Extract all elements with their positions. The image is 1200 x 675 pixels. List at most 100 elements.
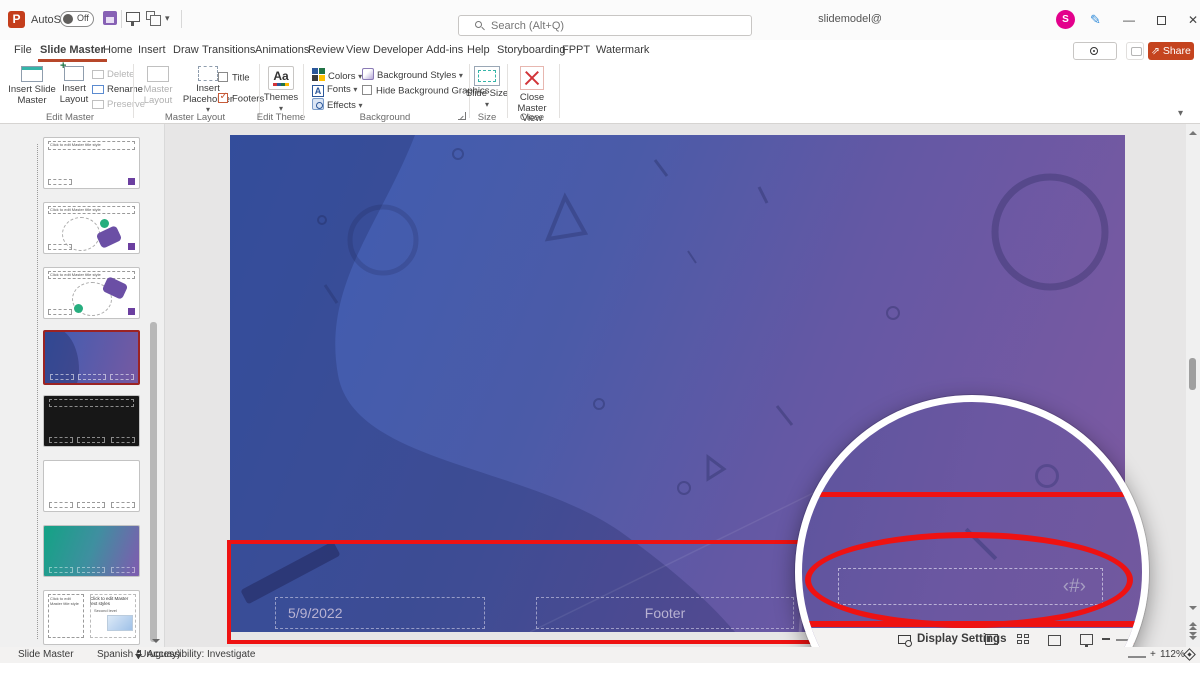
master-layout-icon: [147, 66, 169, 82]
sidebar-scrollbar-thumb[interactable]: [150, 322, 157, 642]
slide-sorter-view-icon[interactable]: [1017, 634, 1030, 645]
rename-icon: [92, 85, 104, 94]
effects-button[interactable]: Effects ▾: [312, 98, 363, 112]
zoom-slider[interactable]: [1116, 639, 1140, 641]
powerpoint-window: P AutoSave Off ▾ Search (Alt+Q) slidemod…: [0, 0, 1200, 675]
accessibility-icon: [134, 650, 143, 659]
share-button[interactable]: ⇗ Share: [1148, 42, 1194, 60]
zoom-out-icon[interactable]: [1102, 638, 1110, 640]
checkbox-checked-icon: [218, 93, 228, 103]
tab-slide-master[interactable]: Slide Master: [38, 40, 107, 62]
status-accessibility[interactable]: Accessibility: Investigate: [147, 649, 255, 660]
close-master-view-button[interactable]: Close Master View: [506, 65, 558, 111]
next-slide-button[interactable]: [1188, 632, 1198, 642]
tab-developer[interactable]: Developer: [371, 40, 425, 62]
title-checkbox[interactable]: Title: [218, 72, 250, 84]
insert-placeholder-icon: [198, 66, 218, 81]
close-button[interactable]: ✕: [1176, 0, 1200, 40]
tab-help[interactable]: Help: [465, 40, 492, 62]
master-layout-button: Master Layout: [136, 65, 180, 111]
slide-thumbnail-layout-1[interactable]: Click to edit Master title style: [43, 202, 140, 254]
normal-view-icon[interactable]: [985, 634, 998, 645]
document-title: slidemodel@: [0, 13, 1200, 25]
divider: [303, 64, 304, 118]
tab-home[interactable]: Home: [101, 40, 134, 62]
close-master-view-icon: [520, 66, 544, 90]
previous-slide-button[interactable]: [1188, 618, 1198, 628]
fonts-icon: A: [312, 85, 324, 97]
magnified-status-bar: Display Settings: [802, 628, 1142, 647]
status-bar: Slide Master Spanish (Uruguay) Accessibi…: [0, 647, 1200, 663]
slide-thumbnail-layout-3-selected[interactable]: [43, 330, 140, 385]
title-bar: P AutoSave Off ▾ Search (Alt+Q) slidemod…: [0, 0, 1200, 40]
delete-button: Delete: [92, 68, 134, 82]
tab-insert[interactable]: Insert: [136, 40, 168, 62]
thumbnail-pane: Click to edit Master title style Click t…: [0, 124, 165, 647]
collapse-ribbon-icon[interactable]: ▾: [1178, 108, 1183, 119]
divider: [259, 64, 260, 118]
annotation-red-line: [795, 492, 1149, 497]
status-view-name[interactable]: Slide Master: [18, 649, 74, 660]
divider: [559, 64, 560, 118]
slideshow-view-icon[interactable]: [1080, 634, 1093, 645]
themes-button[interactable]: Aa Themes ▾: [261, 65, 301, 111]
minimize-button[interactable]: —: [1112, 0, 1146, 40]
insert-layout-button[interactable]: + Insert Layout: [54, 65, 94, 111]
checkbox-icon: [218, 72, 228, 82]
zoom-in-button[interactable]: +: [1150, 649, 1156, 660]
canvas-scrollbar-thumb[interactable]: [1189, 358, 1196, 390]
annotation-red-line: [795, 621, 1149, 627]
ink-pen-icon[interactable]: ✎: [1090, 12, 1101, 28]
tab-view[interactable]: View: [344, 40, 372, 62]
tab-add-ins[interactable]: Add-ins: [424, 40, 465, 62]
group-label-close: Close: [505, 112, 559, 123]
delete-icon: [92, 70, 104, 79]
background-styles-button[interactable]: Background Styles ▾: [362, 68, 463, 82]
themes-icon: Aa: [268, 66, 294, 90]
slide-thumbnail-layout-6[interactable]: [43, 525, 140, 577]
reading-view-icon[interactable]: [1048, 634, 1061, 645]
comments-button[interactable]: [1126, 42, 1144, 60]
scroll-down-icon[interactable]: [1189, 606, 1197, 614]
slide-thumbnail-master[interactable]: Click to edit Master title style: [43, 137, 140, 189]
workspace: Click to edit Master title style Click t…: [0, 124, 1200, 647]
checkbox-icon: [362, 85, 372, 95]
footers-checkbox[interactable]: Footers: [218, 93, 264, 105]
effects-icon: [312, 98, 324, 110]
slide-thumbnail-layout-2[interactable]: Click to edit Master title style: [43, 267, 140, 319]
insert-layout-icon: +: [64, 66, 84, 81]
colors-icon: [312, 68, 325, 81]
tab-animations[interactable]: Animations: [253, 40, 311, 62]
zoom-level[interactable]: 112%: [1160, 649, 1185, 660]
tab-transitions[interactable]: Transitions: [200, 40, 257, 62]
tab-draw[interactable]: Draw: [171, 40, 201, 62]
slide-thumbnail-layout-5[interactable]: [43, 460, 140, 512]
ribbon-tab-row: File Slide Master Home Insert Draw Trans…: [0, 40, 1200, 62]
annotation-red-ellipse: [805, 532, 1133, 628]
colors-button[interactable]: Colors ▾: [312, 68, 362, 82]
window-bottom-gap: [0, 663, 1200, 675]
tab-review[interactable]: Review: [306, 40, 346, 62]
slide-thumbnail-layout-4[interactable]: [43, 395, 140, 447]
sidebar-scroll-down-icon[interactable]: [152, 639, 160, 647]
scroll-up-icon[interactable]: [1189, 127, 1197, 135]
tab-file[interactable]: File: [12, 40, 34, 62]
tab-fppt[interactable]: FPPT: [560, 40, 592, 62]
slide-size-button[interactable]: Slide Size ▾: [464, 65, 510, 111]
restore-button[interactable]: [1144, 0, 1178, 40]
fonts-button[interactable]: AFonts ▾: [312, 83, 357, 97]
avatar[interactable]: S: [1056, 10, 1075, 29]
record-button[interactable]: Record: [1073, 42, 1117, 60]
slide-thumbnail-layout-7[interactable]: Click to edit Master title style Click t…: [43, 590, 140, 645]
tab-watermark[interactable]: Watermark: [594, 40, 651, 62]
slide-size-icon: [474, 66, 500, 86]
restore-icon: [1157, 16, 1166, 25]
canvas-scrollbar[interactable]: [1186, 124, 1200, 647]
group-label-master-layout: Master Layout: [145, 112, 245, 123]
fit-slide-to-window-icon[interactable]: [1183, 648, 1196, 661]
tab-storyboarding[interactable]: Storyboarding: [495, 40, 568, 62]
zoom-slider[interactable]: [1128, 656, 1146, 658]
group-label-background: Background: [335, 112, 435, 123]
decor-purple-blob: [96, 225, 123, 249]
insert-slide-master-button[interactable]: Insert Slide Master: [8, 65, 56, 111]
